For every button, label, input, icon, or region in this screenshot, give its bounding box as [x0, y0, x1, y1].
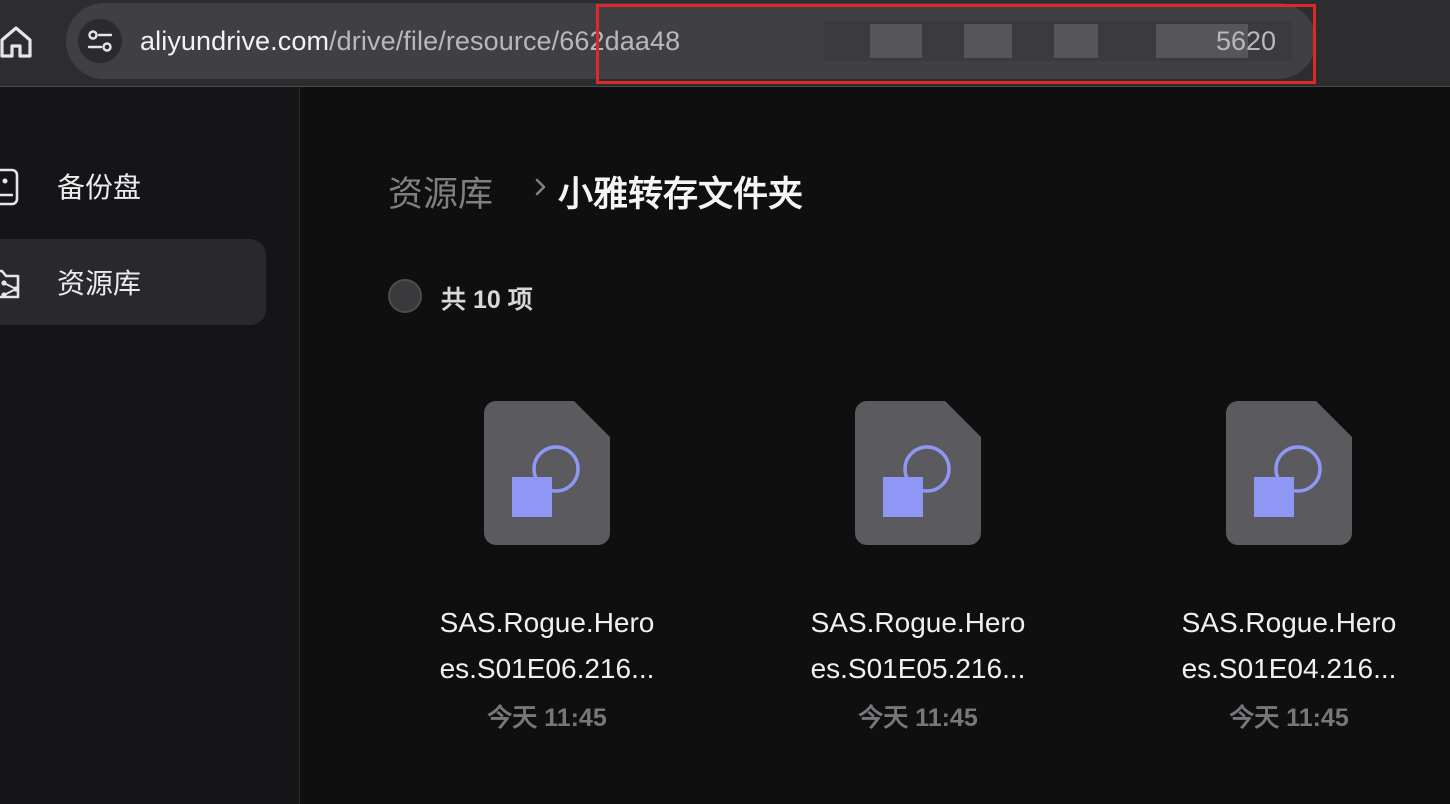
main-content: 资源库 小雅转存文件夹 共 10 项 SAS.Rogue.Hero es.S01… [300, 87, 1450, 804]
file-name-line: SAS.Rogue.Hero [1181, 607, 1397, 638]
site-settings-icon[interactable] [78, 19, 122, 63]
page-title: 小雅转存文件夹 [558, 175, 804, 214]
file-name: SAS.Rogue.Hero es.S01E05.216... [793, 600, 1043, 692]
file-name: SAS.Rogue.Hero es.S01E04.216... [1164, 600, 1414, 692]
sidebar: 备份盘 资源库 [0, 87, 300, 804]
browser-toolbar: aliyundrive.com/drive/file/resource/662d… [0, 0, 1450, 87]
file-modified-time: 今天 11:45 [487, 704, 607, 732]
url-tail: 5620 [1216, 26, 1277, 56]
resource-library-icon [0, 263, 24, 303]
file-name-line: es.S01E06.216... [439, 653, 655, 684]
file-name-line: es.S01E04.216... [1181, 653, 1397, 684]
backup-drive-icon [0, 167, 24, 207]
file-icon [482, 399, 612, 547]
file-modified-time: 今天 11:45 [1229, 704, 1349, 732]
address-bar[interactable]: aliyundrive.com/drive/file/resource/662d… [66, 3, 1316, 79]
url-host: aliyundrive.com [140, 26, 330, 56]
file-name-line: es.S01E05.216... [810, 653, 1026, 684]
file-name: SAS.Rogue.Hero es.S01E06.216... [422, 600, 672, 692]
file-card[interactable]: SAS.Rogue.Hero es.S01E06.216... 今天 11:45 [422, 382, 672, 742]
url-path: /drive/file/resource/662daa48 [329, 26, 681, 56]
sidebar-item-label: 资源库 [57, 268, 142, 299]
select-all-checkbox[interactable] [388, 279, 422, 313]
url-text[interactable]: aliyundrive.com/drive/file/resource/662d… [140, 24, 680, 58]
sidebar-item-backup[interactable]: 备份盘 [0, 143, 266, 229]
file-name-line: SAS.Rogue.Hero [810, 607, 1026, 638]
file-icon [853, 399, 983, 547]
file-card[interactable]: SAS.Rogue.Hero es.S01E05.216... 今天 11:45 [793, 382, 1043, 742]
item-count: 共 10 项 [441, 286, 533, 314]
sidebar-item-resource-library[interactable]: 资源库 [0, 239, 266, 325]
file-icon [1224, 399, 1354, 547]
breadcrumb-root[interactable]: 资源库 [388, 166, 493, 217]
file-card[interactable]: SAS.Rogue.Hero es.S01E04.216... 今天 11:45 [1164, 382, 1414, 742]
sidebar-item-label: 备份盘 [57, 172, 142, 203]
file-name-line: SAS.Rogue.Hero [439, 607, 655, 638]
home-icon[interactable] [0, 22, 34, 60]
file-modified-time: 今天 11:45 [858, 704, 978, 732]
chevron-right-icon [526, 167, 556, 207]
